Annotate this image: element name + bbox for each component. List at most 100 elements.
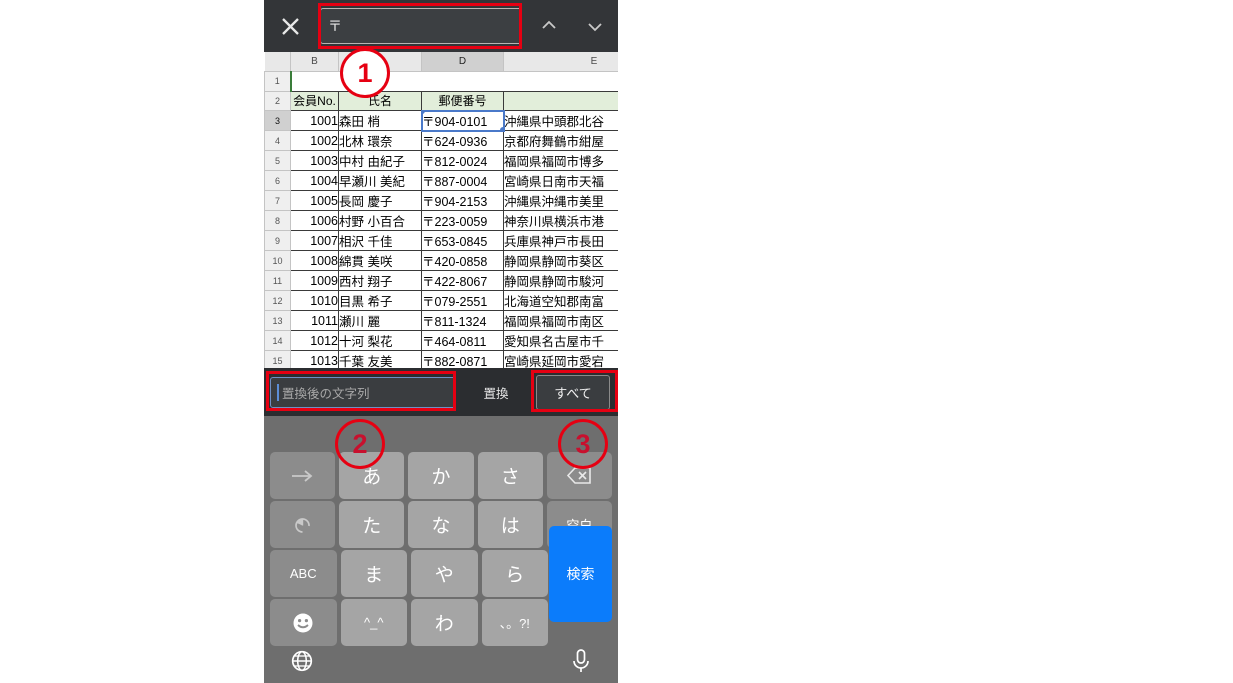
cell-address[interactable]: 神奈川県横浜市港 — [503, 210, 618, 232]
replace-input[interactable]: 置換後の文字列 — [270, 376, 456, 408]
cell-name[interactable]: 綿貫 美咲 — [338, 250, 422, 272]
cell-address[interactable]: 福岡県福岡市南区 — [503, 310, 618, 332]
cell-address[interactable]: 兵庫県神戸市長田 — [503, 230, 618, 252]
key-sa[interactable]: さ — [477, 452, 543, 499]
header-cell-member-no[interactable]: 会員No. — [290, 90, 339, 112]
key-undo-icon[interactable] — [270, 501, 336, 548]
cell-member-no[interactable]: 1009 — [290, 270, 339, 292]
selection-handle-top-left[interactable] — [422, 111, 425, 115]
row-header[interactable]: 12 — [264, 290, 291, 312]
column-header-b[interactable]: B — [290, 52, 339, 73]
cell-name[interactable]: 相沢 千佳 — [338, 230, 422, 252]
row-header[interactable]: 14 — [264, 330, 291, 352]
table-header-row: 2 会員No. 氏名 郵便番号 — [264, 90, 618, 112]
spreadsheet[interactable]: B C D E 1 2 会員No. 氏名 郵便番号 — [264, 52, 618, 382]
cell-address[interactable]: 沖縄県沖縄市美里 — [503, 190, 618, 212]
cell-postal[interactable]: 〒904-2153 — [421, 190, 504, 212]
cell-address[interactable]: 北海道空知郡南富 — [503, 290, 618, 312]
key-arrow-right-icon[interactable] — [270, 452, 336, 499]
row-header[interactable]: 6 — [264, 170, 291, 192]
cell-postal[interactable]: 〒887-0004 — [421, 170, 504, 192]
cell-member-no[interactable]: 1010 — [290, 290, 339, 312]
row-header[interactable]: 4 — [264, 130, 291, 152]
cell-d1[interactable] — [421, 71, 504, 92]
cell-name[interactable]: 目黒 希子 — [338, 290, 422, 312]
selection-handle-bottom-right[interactable] — [500, 127, 503, 130]
cell-member-no[interactable]: 1008 — [290, 250, 339, 272]
key-kaomoji[interactable]: ^_^ — [340, 599, 407, 646]
cell-address[interactable]: 愛知県名古屋市千 — [503, 330, 618, 352]
cell-member-no[interactable]: 1006 — [290, 210, 339, 232]
key-ya[interactable]: や — [411, 550, 478, 597]
row-header[interactable]: 5 — [264, 150, 291, 172]
key-abc[interactable]: ABC — [270, 550, 337, 597]
header-cell-address[interactable] — [503, 90, 618, 112]
cell-postal[interactable]: 〒422-8067 — [421, 270, 504, 292]
header-cell-postal[interactable]: 郵便番号 — [421, 90, 504, 112]
cell-member-no[interactable]: 1007 — [290, 230, 339, 252]
cell-postal[interactable]: 〒464-0811 — [421, 330, 504, 352]
cell-address[interactable]: 静岡県静岡市駿河 — [503, 270, 618, 292]
replace-all-button[interactable]: すべて — [536, 374, 610, 410]
microphone-icon[interactable] — [570, 648, 592, 679]
cell-member-no[interactable]: 1001 — [290, 110, 339, 132]
chevron-down-icon[interactable] — [584, 15, 606, 37]
replace-button[interactable]: 置換 — [456, 383, 536, 402]
column-header-e[interactable]: E — [503, 52, 618, 73]
cell-postal[interactable]: 〒223-0059 — [421, 210, 504, 232]
key-search-enter[interactable]: 検索 — [549, 526, 612, 622]
chevron-up-icon[interactable] — [538, 15, 560, 37]
cell-postal-selected[interactable]: 〒904-0101 — [420, 109, 505, 132]
cell-postal[interactable]: 〒653-0845 — [421, 230, 504, 252]
cell-postal[interactable]: 〒811-1324 — [421, 310, 504, 332]
key-ma[interactable]: ま — [340, 550, 407, 597]
cell-member-no[interactable]: 1012 — [290, 330, 339, 352]
key-emoji-icon[interactable] — [270, 599, 337, 646]
cell-name[interactable]: 西村 翔子 — [338, 270, 422, 292]
cell-e1[interactable] — [503, 71, 618, 92]
cell-name[interactable]: 十河 梨花 — [338, 330, 422, 352]
search-input[interactable]: 〒 — [320, 8, 522, 44]
key-ta[interactable]: た — [339, 501, 405, 548]
cell-name[interactable]: 瀬川 麗 — [338, 310, 422, 332]
row-header[interactable]: 11 — [264, 270, 291, 292]
cell-name[interactable]: 北林 環奈 — [338, 130, 422, 152]
row-header[interactable]: 7 — [264, 190, 291, 212]
key-punctuation[interactable]: 、。?! — [481, 599, 548, 646]
cell-member-no[interactable]: 1004 — [290, 170, 339, 192]
cell-member-no[interactable]: 1003 — [290, 150, 339, 172]
cell-postal[interactable]: 〒812-0024 — [421, 150, 504, 172]
cell-name[interactable]: 中村 由紀子 — [338, 150, 422, 172]
cell-postal[interactable]: 〒624-0936 — [421, 130, 504, 152]
cell-name[interactable]: 早瀬川 美紀 — [338, 170, 422, 192]
cell-address[interactable]: 宮崎県日南市天福 — [503, 170, 618, 192]
cell-member-no[interactable]: 1005 — [290, 190, 339, 212]
key-ka[interactable]: か — [408, 452, 474, 499]
cell-address[interactable]: 京都府舞鶴市紺屋 — [503, 130, 618, 152]
key-ha[interactable]: は — [477, 501, 543, 548]
row-header[interactable]: 3 — [264, 110, 291, 132]
cell-address[interactable]: 福岡県福岡市博多 — [503, 150, 618, 172]
row-header[interactable]: 2 — [264, 90, 291, 112]
close-icon[interactable] — [264, 0, 316, 52]
row-header[interactable]: 8 — [264, 210, 291, 232]
cell-name[interactable]: 村野 小百合 — [338, 210, 422, 232]
row-header[interactable]: 1 — [264, 71, 291, 92]
row-header[interactable]: 13 — [264, 310, 291, 332]
cell-address[interactable]: 沖縄県中頭郡北谷 — [503, 110, 618, 132]
row-header[interactable]: 9 — [264, 230, 291, 252]
cell-member-no[interactable]: 1002 — [290, 130, 339, 152]
cell-address[interactable]: 静岡県静岡市葵区 — [503, 250, 618, 272]
cell-name[interactable]: 森田 梢 — [338, 110, 422, 132]
cell-postal[interactable]: 〒420-0858 — [421, 250, 504, 272]
cell-postal[interactable]: 〒079-2551 — [421, 290, 504, 312]
column-header-d[interactable]: D — [421, 52, 504, 73]
key-ra[interactable]: ら — [481, 550, 548, 597]
cell-b1[interactable] — [289, 71, 339, 92]
globe-icon[interactable] — [290, 649, 314, 678]
cell-member-no[interactable]: 1011 — [290, 310, 339, 332]
cell-name[interactable]: 長岡 慶子 — [338, 190, 422, 212]
row-header[interactable]: 10 — [264, 250, 291, 272]
key-wa[interactable]: わ — [411, 599, 478, 646]
key-na[interactable]: な — [408, 501, 474, 548]
